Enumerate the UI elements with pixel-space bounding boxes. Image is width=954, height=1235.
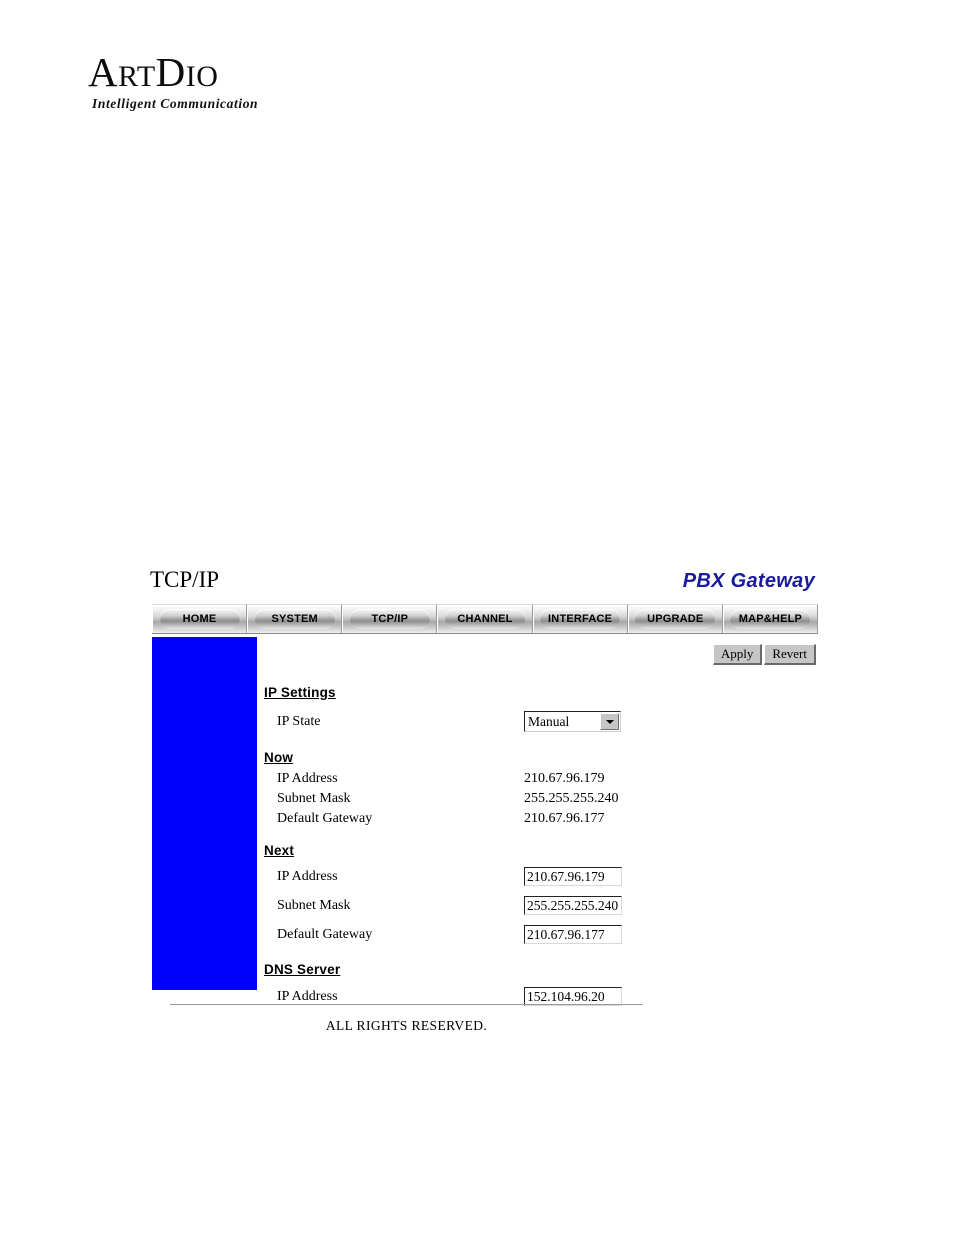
label-dns-ip-address: IP Address bbox=[277, 988, 338, 1004]
nav-label-map-help: MAP&HELP bbox=[738, 612, 803, 625]
ip-state-select[interactable]: Manual bbox=[524, 711, 621, 732]
logo-letters-io: IO bbox=[185, 60, 219, 93]
main-navigation-bar: HOME SYSTEM TCP/IP CHANNEL INTERFACE UPG bbox=[152, 604, 818, 634]
admin-page-frame: TCP/IP PBX Gateway HOME SYSTEM TCP/IP CH… bbox=[150, 566, 822, 1033]
nav-label-interface: INTERFACE bbox=[548, 612, 613, 625]
nav-pill-home: HOME bbox=[159, 609, 240, 629]
nav-label-home: HOME bbox=[182, 612, 217, 625]
page-header-row: TCP/IP PBX Gateway bbox=[150, 566, 822, 596]
next-default-gateway-input[interactable] bbox=[524, 925, 622, 944]
label-now-ip-address: IP Address bbox=[277, 771, 338, 786]
nav-pill-system: SYSTEM bbox=[254, 609, 335, 629]
nav-item-channel[interactable]: CHANNEL bbox=[437, 605, 533, 633]
nav-label-channel: CHANNEL bbox=[457, 612, 513, 625]
next-subnet-mask-input[interactable] bbox=[524, 896, 622, 915]
nav-pill-map-help: MAP&HELP bbox=[730, 609, 811, 629]
section-heading-ip-settings: IP Settings bbox=[264, 685, 336, 700]
field-row-now-default-gateway: Default Gateway 210.67.96.177 bbox=[264, 809, 804, 829]
apply-button[interactable]: Apply bbox=[712, 644, 763, 665]
page-footer: ALL RIGHTS RESERVED. bbox=[170, 1004, 643, 1034]
nav-item-map-help[interactable]: MAP&HELP bbox=[722, 605, 818, 633]
section-heading-next: Next bbox=[264, 843, 295, 858]
nav-pill-interface: INTERFACE bbox=[540, 609, 621, 629]
action-button-bar: Apply Revert bbox=[712, 644, 816, 665]
field-row-next-ip-address: IP Address bbox=[264, 862, 804, 891]
ip-state-selected-value: Manual bbox=[528, 714, 570, 729]
nav-pill-tcpip: TCP/IP bbox=[349, 609, 430, 629]
footer-divider bbox=[170, 1004, 643, 1005]
field-row-next-subnet-mask: Subnet Mask bbox=[264, 891, 804, 920]
section-heading-now: Now bbox=[264, 750, 294, 765]
nav-item-upgrade[interactable]: UPGRADE bbox=[627, 605, 723, 633]
field-row-ip-state: IP State Manual bbox=[264, 707, 804, 736]
footer-copyright-text: ALL RIGHTS RESERVED. bbox=[325, 1018, 488, 1033]
logo-wordmark: ARTDIO bbox=[88, 52, 318, 93]
label-next-default-gateway: Default Gateway bbox=[277, 926, 373, 942]
field-row-now-ip-address: IP Address 210.67.96.179 bbox=[264, 769, 804, 789]
nav-pill-upgrade: UPGRADE bbox=[635, 609, 716, 629]
section-heading-dns-server: DNS Server bbox=[264, 962, 341, 977]
nav-pill-channel: CHANNEL bbox=[444, 609, 526, 629]
nav-label-tcpip: TCP/IP bbox=[371, 612, 409, 625]
tcpip-settings-form: IP Settings IP State Manual Now IP Addre… bbox=[264, 684, 804, 1011]
product-brand-title: PBX Gateway bbox=[682, 570, 815, 592]
next-ip-address-input[interactable] bbox=[524, 867, 622, 886]
chevron-down-icon[interactable] bbox=[600, 713, 619, 730]
page-title: TCP/IP bbox=[150, 567, 220, 592]
logo-letter-a: A bbox=[88, 49, 119, 95]
label-next-ip-address: IP Address bbox=[277, 868, 338, 884]
field-row-now-subnet-mask: Subnet Mask 255.255.255.240 bbox=[264, 789, 804, 809]
label-now-subnet-mask: Subnet Mask bbox=[277, 791, 351, 806]
artdio-logo: ARTDIO Intelligent Communication bbox=[88, 52, 318, 132]
label-ip-state: IP State bbox=[277, 713, 321, 729]
value-now-ip-address: 210.67.96.179 bbox=[524, 771, 605, 786]
nav-item-system[interactable]: SYSTEM bbox=[247, 605, 343, 633]
nav-item-home[interactable]: HOME bbox=[152, 605, 248, 633]
logo-tagline: Intelligent Communication bbox=[92, 96, 259, 111]
value-now-default-gateway: 210.67.96.177 bbox=[524, 811, 605, 826]
logo-letters-rt: RT bbox=[118, 60, 156, 93]
label-now-default-gateway: Default Gateway bbox=[277, 811, 373, 826]
sidebar-panel bbox=[152, 637, 257, 990]
nav-label-system: SYSTEM bbox=[271, 612, 318, 625]
field-row-next-default-gateway: Default Gateway bbox=[264, 920, 804, 949]
revert-button[interactable]: Revert bbox=[764, 644, 816, 665]
logo-letter-d: D bbox=[155, 49, 186, 95]
nav-item-tcpip[interactable]: TCP/IP bbox=[342, 605, 438, 633]
value-now-subnet-mask: 255.255.255.240 bbox=[524, 791, 619, 806]
nav-label-upgrade: UPGRADE bbox=[647, 612, 704, 625]
label-next-subnet-mask: Subnet Mask bbox=[277, 897, 351, 913]
nav-item-interface[interactable]: INTERFACE bbox=[532, 605, 628, 633]
page-body: Apply Revert IP Settings IP State Manual… bbox=[152, 634, 818, 1006]
chevron-down-glyph bbox=[605, 719, 614, 724]
